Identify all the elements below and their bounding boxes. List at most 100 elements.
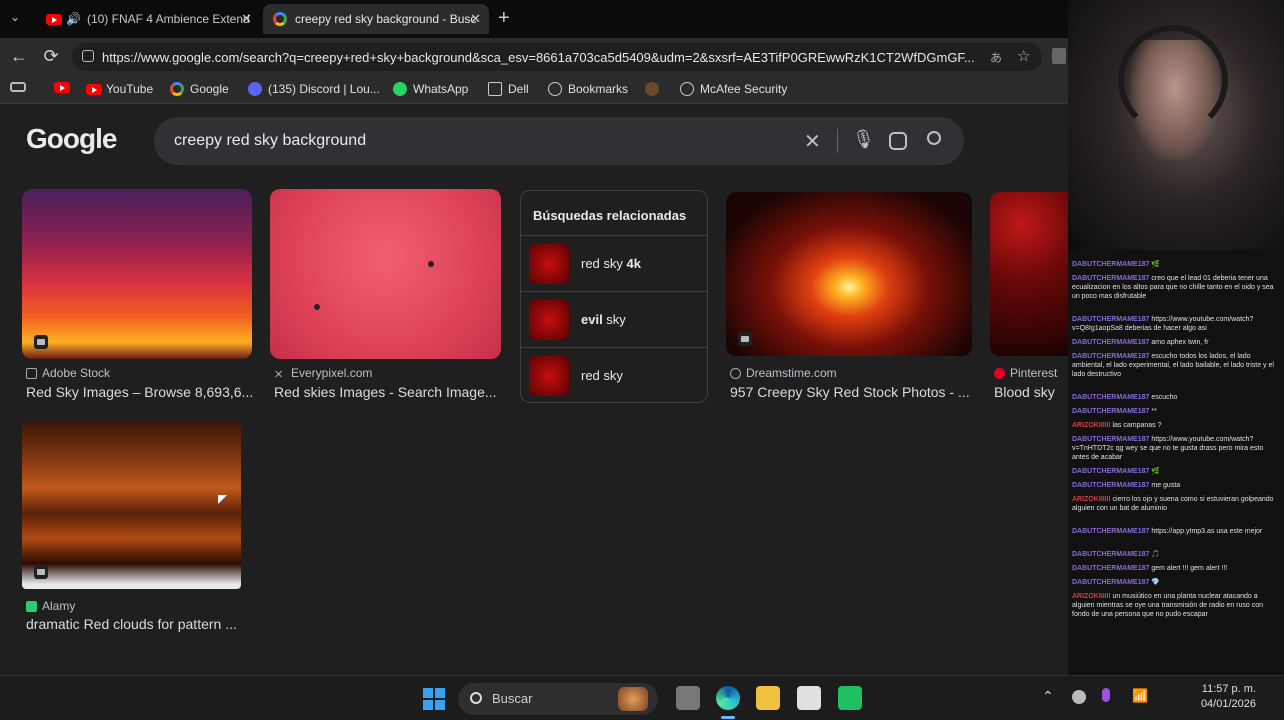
tab-fnaf[interactable]: 🔊 (10) FNAF 4 Ambience Extend ✕ xyxy=(36,4,260,34)
chat-text: amo aphex twin, fr xyxy=(1151,339,1209,346)
chat-text: ** xyxy=(1151,408,1157,415)
tab-label: (10) FNAF 4 Ambience Extend xyxy=(86,12,250,26)
chat-text: 🌿 xyxy=(1151,468,1161,475)
dreamstime-icon xyxy=(730,367,741,379)
search-icon[interactable] xyxy=(927,131,941,145)
adobe-icon xyxy=(26,367,37,379)
chat-message: DABUTCHERMAME187 ** xyxy=(1072,407,1277,416)
result-source[interactable]: Alamy xyxy=(26,599,75,613)
whatsapp-icon xyxy=(393,82,407,96)
related-searches-card: Búsquedas relacionadas red sky 4k evil s… xyxy=(520,190,708,403)
chat-text: 🌿 xyxy=(1151,261,1161,268)
clear-search-icon[interactable]: ✕ xyxy=(804,129,821,154)
bookmark-dell[interactable]: Dell xyxy=(488,82,529,96)
windows-start-icon[interactable] xyxy=(423,688,445,710)
chat-username: DABUTCHERMAME187 xyxy=(1072,528,1150,535)
result-image-pinterest[interactable] xyxy=(990,192,1070,356)
back-arrow-icon[interactable]: ← xyxy=(8,46,30,67)
edge-icon[interactable] xyxy=(716,686,740,710)
chat-message: DABUTCHERMAME187 escucho todos los lados… xyxy=(1072,352,1277,379)
microphone-icon[interactable]: 🎙 xyxy=(852,129,875,150)
result-image-alamy[interactable] xyxy=(22,421,241,589)
chat-message: DABUTCHERMAME187 🌿 xyxy=(1072,260,1277,269)
chat-text: escucho xyxy=(1151,394,1178,401)
reload-icon[interactable]: ⟳ xyxy=(40,46,62,67)
file-explorer-icon[interactable] xyxy=(756,686,780,710)
google-icon xyxy=(170,82,184,96)
address-bar[interactable]: https://www.google.com/search?q=creepy+r… xyxy=(72,43,1042,71)
result-title[interactable]: Red skies Images - Search Image... xyxy=(274,384,500,400)
chat-text: las campanas ? xyxy=(1112,422,1162,429)
app-icon[interactable] xyxy=(838,686,862,710)
star-icon[interactable]: ☆ xyxy=(1017,47,1030,65)
result-title[interactable]: Blood sky xyxy=(994,384,1068,400)
taskbar-search[interactable]: Buscar xyxy=(458,683,658,715)
chat-username: DABUTCHERMAME187 xyxy=(1072,353,1150,360)
close-tab-icon[interactable]: ✕ xyxy=(241,11,252,27)
divider xyxy=(837,129,838,153)
search-input[interactable]: creepy red sky background xyxy=(174,132,366,150)
bookmark-discord[interactable]: (135) Discord | Lou... xyxy=(248,82,380,96)
everypixel-icon: ✕ xyxy=(274,368,284,381)
bookmark-bookmarks[interactable]: Bookmarks xyxy=(548,82,628,96)
pinterest-icon xyxy=(994,367,1005,379)
tab-google-search[interactable]: creepy red sky background - Busc ✕ xyxy=(263,4,489,34)
result-source[interactable]: ✕ Everypixel.com xyxy=(274,366,372,381)
result-source[interactable]: Pinterest xyxy=(994,366,1057,380)
new-tab-icon[interactable]: + xyxy=(498,7,510,30)
search-box[interactable]: creepy red sky background ✕ 🎙 xyxy=(154,117,964,165)
lens-camera-icon[interactable] xyxy=(889,132,907,150)
translate-icon[interactable]: あ xyxy=(990,49,1002,66)
task-view-icon[interactable] xyxy=(676,686,700,710)
extension-icon[interactable] xyxy=(1052,48,1066,64)
bookmark-mcafee[interactable]: McAfee Security xyxy=(680,82,787,96)
bookmark-youtube-short[interactable] xyxy=(54,82,74,93)
result-title[interactable]: Red Sky Images – Browse 8,693,6... xyxy=(26,384,252,400)
chat-message: ARIZOKIIIIII cierro los ojo y suena como… xyxy=(1072,495,1277,513)
related-item-red-sky-4k[interactable]: red sky 4k xyxy=(521,235,707,291)
result-source[interactable]: Dreamstime.com xyxy=(730,366,837,380)
tab-search-icon[interactable] xyxy=(10,82,26,92)
headphones-shape xyxy=(1118,25,1228,135)
chat-message: ARIZOKIIIIII un musiútico en una planta … xyxy=(1072,592,1277,619)
bookmark-whatsapp[interactable]: WhatsApp xyxy=(393,82,468,96)
bookmark-youtube[interactable]: YouTube xyxy=(86,82,153,96)
result-image-everypixel[interactable] xyxy=(270,189,501,359)
result-image-dreamstime[interactable] xyxy=(726,192,972,356)
image-type-icon xyxy=(738,332,752,346)
close-tab-icon[interactable]: ✕ xyxy=(470,11,481,27)
result-title[interactable]: dramatic Red clouds for pattern ... xyxy=(26,616,246,632)
clock[interactable]: 11:57 p. m. 04/01/2026 xyxy=(1201,682,1256,712)
stream-chat-overlay: DABUTCHERMAME187 🌿 DABUTCHERMAME187 creo … xyxy=(1068,250,1284,675)
bird-shape xyxy=(428,261,434,267)
alamy-icon xyxy=(26,600,37,612)
microsoft-store-icon[interactable] xyxy=(797,686,821,710)
microphone-tray-icon[interactable] xyxy=(1102,688,1110,702)
site-info-icon[interactable] xyxy=(82,50,94,62)
chat-username: ARIZOKIIIIII xyxy=(1072,422,1111,429)
speaker-icon: 🔊 xyxy=(66,12,81,26)
chat-text: 🎵 xyxy=(1151,551,1161,558)
related-item-red-sky[interactable]: red sky xyxy=(521,347,707,403)
result-title[interactable]: 957 Creepy Sky Red Stock Photos - ... xyxy=(730,384,970,400)
chat-username: DABUTCHERMAME187 xyxy=(1072,316,1150,323)
related-searches-heading: Búsquedas relacionadas xyxy=(533,208,687,223)
chat-username: DABUTCHERMAME187 xyxy=(1072,339,1150,346)
tab-list-chevron-icon[interactable]: ⌄ xyxy=(10,10,20,24)
bookmark-small[interactable] xyxy=(645,82,665,96)
chat-message: DABUTCHERMAME187 🎵 xyxy=(1072,550,1277,559)
bookmarks-bar: YouTube Google (135) Discord | Lou... Wh… xyxy=(0,76,1070,104)
wifi-icon[interactable]: 📶 xyxy=(1132,688,1148,704)
google-logo[interactable]: Google xyxy=(26,123,117,155)
related-item-evil-sky[interactable]: evil sky xyxy=(521,291,707,347)
tray-app-icon[interactable] xyxy=(1072,690,1086,704)
chat-username: DABUTCHERMAME187 xyxy=(1072,261,1150,268)
result-image-adobe[interactable] xyxy=(22,189,252,359)
result-source[interactable]: Adobe Stock xyxy=(26,366,110,380)
globe-icon xyxy=(680,82,694,96)
chat-message: DABUTCHERMAME187 🌿 xyxy=(1072,467,1277,476)
chevron-up-icon[interactable]: ⌃ xyxy=(1042,688,1054,705)
chat-message: DABUTCHERMAME187 https://www.youtube.com… xyxy=(1072,435,1277,462)
related-thumb xyxy=(529,244,569,284)
bookmark-google[interactable]: Google xyxy=(170,82,229,96)
